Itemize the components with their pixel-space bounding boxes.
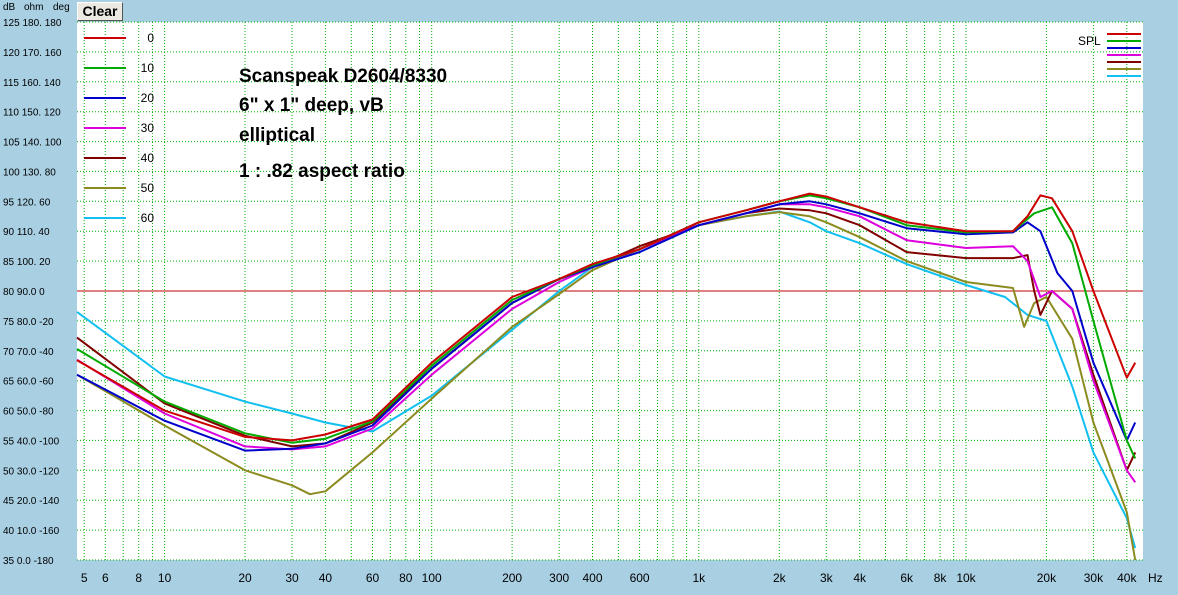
y-tick-label: 70 70.0 -40 — [3, 347, 54, 358]
y-tick-label: 120 170. 160 — [3, 48, 62, 59]
y-tick-label: 35 0.0 -180 — [3, 556, 54, 567]
legend-label-30[interactable]: 30 — [141, 121, 155, 135]
x-tick-label: 10k — [956, 571, 976, 585]
y-tick-label: 60 50.0 -80 — [3, 407, 54, 418]
x-tick-label: 8 — [135, 571, 142, 585]
x-tick-label: 20k — [1037, 571, 1057, 585]
annotation-line-2: 6" x 1" deep, vB — [239, 95, 384, 116]
y-tick-label: 125 180. 180 — [3, 18, 62, 29]
x-tick-label: 2k — [773, 571, 787, 585]
x-unit-label: Hz — [1148, 571, 1163, 585]
y-tick-label: 95 120. 60 — [3, 197, 51, 208]
x-tick-label: 600 — [630, 571, 650, 585]
y-tick-label: 85 100. 20 — [3, 257, 51, 268]
x-tick-label: 400 — [582, 571, 602, 585]
y-tick-label: 40 10.0 -160 — [3, 526, 60, 537]
clear-button[interactable]: Clear — [77, 2, 123, 21]
unit-db: dB — [3, 2, 16, 13]
x-tick-label: 30 — [285, 571, 299, 585]
header-units: dB ohm deg — [3, 2, 70, 13]
legend-label-40[interactable]: 40 — [141, 151, 155, 165]
x-tick-label: 80 — [399, 571, 413, 585]
unit-ohm: ohm — [24, 2, 43, 13]
y-tick-label: 65 60.0 -60 — [3, 377, 54, 388]
x-tick-label: 20 — [238, 571, 252, 585]
x-tick-label: 200 — [502, 571, 522, 585]
unit-deg: deg — [53, 2, 70, 13]
legend-label-50[interactable]: 50 — [141, 181, 155, 195]
annotation-line-3: elliptical — [239, 125, 315, 146]
frequency-response-chart: 125 180. 180 120 170. 160 115 160. 140 110 … — [0, 0, 1178, 590]
x-tick-label: 10 — [158, 571, 172, 585]
y-tick-label: 110 150. 120 — [3, 108, 61, 119]
legend-label-60[interactable]: 60 — [141, 211, 155, 225]
y-tick-label: 115 160. 140 — [3, 78, 61, 89]
x-tick-label: 5 — [81, 571, 88, 585]
annotation-line-4: 1 : .82 aspect ratio — [239, 161, 405, 182]
legend-label-20[interactable]: 20 — [141, 91, 155, 105]
y-tick-label: 55 40.0 -100 — [3, 436, 60, 447]
spl-label: SPL — [1078, 34, 1101, 48]
x-tick-label: 40k — [1117, 571, 1137, 585]
x-tick-label: 40 — [319, 571, 333, 585]
x-tick-label: 6k — [900, 571, 914, 585]
y-tick-label: 90 110. 40 — [3, 227, 50, 238]
y-tick-label: 75 80.0 -20 — [3, 317, 54, 328]
y-tick-label: 50 30.0 -120 — [3, 466, 60, 477]
x-tick-label: 4k — [853, 571, 867, 585]
y-tick-label: 45 20.0 -140 — [3, 496, 60, 507]
annotation-line-1: Scanspeak D2604/8330 — [239, 66, 447, 87]
spl-legend — [1107, 33, 1141, 77]
x-tick-label: 6 — [102, 571, 109, 585]
measurement-window: 125 180. 180 120 170. 160 115 160. 140 110 … — [0, 0, 1178, 590]
x-tick-label: 8k — [934, 571, 948, 585]
legend-label-10[interactable]: 10 — [141, 61, 155, 75]
x-tick-label: 60 — [366, 571, 380, 585]
y-tick-label: 105 140. 100 — [3, 138, 62, 149]
legend-label-0[interactable]: 0 — [147, 31, 154, 45]
y-tick-label: 80 90.0 0 — [3, 287, 45, 298]
x-tick-label: 3k — [820, 571, 834, 585]
x-tick-label: 100 — [422, 571, 442, 585]
x-tick-label: 300 — [549, 571, 569, 585]
x-tick-label: 1k — [692, 571, 706, 585]
y-tick-label: 100 130. 80 — [3, 167, 56, 178]
x-tick-label: 30k — [1084, 571, 1104, 585]
